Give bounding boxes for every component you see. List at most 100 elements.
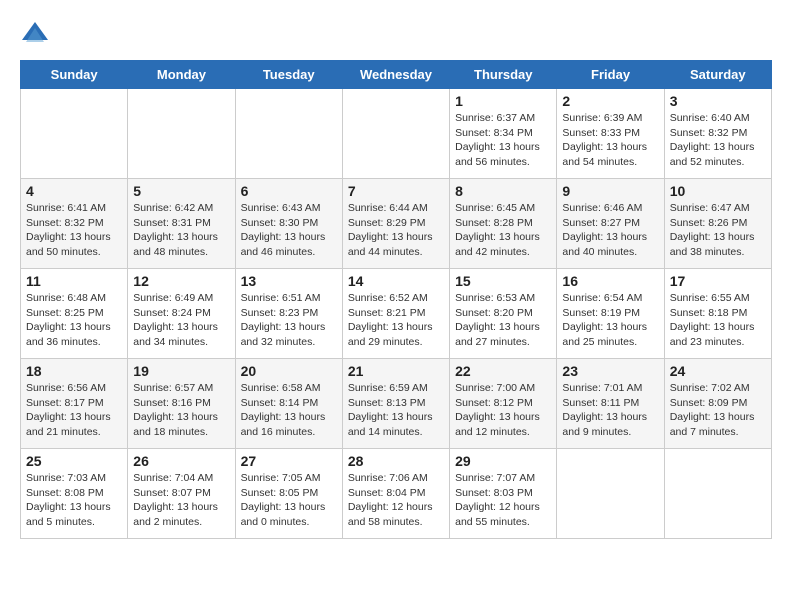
day-number: 1 [455, 93, 551, 109]
calendar-cell: 23Sunrise: 7:01 AM Sunset: 8:11 PM Dayli… [557, 359, 664, 449]
calendar-week-row: 18 Sunrise: 6:56 AM Sunset: 8:17 PM Dayli… [21, 359, 772, 449]
calendar-cell [557, 449, 664, 539]
day-number: 8 [455, 183, 551, 199]
day-info: Sunrise: 6:59 AM Sunset: 8:13 PM Dayligh… [348, 381, 444, 440]
day-info: Sunrise: 7:01 AM Sunset: 8:11 PM Dayligh… [562, 381, 658, 440]
day-info: Sunrise: 6:44 AM Sunset: 8:29 PM Dayligh… [348, 201, 444, 260]
calendar-cell: 15Sunrise: 6:53 AM Sunset: 8:20 PM Dayli… [450, 269, 557, 359]
day-number: 17 [670, 273, 766, 289]
day-number: 13 [241, 273, 337, 289]
calendar-cell: 20Sunrise: 6:58 AM Sunset: 8:14 PM Dayli… [235, 359, 342, 449]
day-info: Sunrise: 7:07 AM Sunset: 8:03 PM Dayligh… [455, 471, 551, 530]
calendar-cell [342, 89, 449, 179]
day-info: Sunrise: 6:45 AM Sunset: 8:28 PM Dayligh… [455, 201, 551, 260]
calendar-cell: 1 Sunrise: 6:37 AM Sunset: 8:34 PM Daylig… [450, 89, 557, 179]
calendar-week-row: 4Sunrise: 6:41 AM Sunset: 8:32 PM Daylig… [21, 179, 772, 269]
day-number: 27 [241, 453, 337, 469]
day-number: 25 [26, 453, 122, 469]
day-info: Sunrise: 7:03 AM Sunset: 8:08 PM Dayligh… [26, 471, 122, 530]
calendar-cell: 21 Sunrise: 6:59 AM Sunset: 8:13 PM Dayli… [342, 359, 449, 449]
day-info: Sunrise: 6:40 AM Sunset: 8:32 PM Dayligh… [670, 111, 766, 170]
day-number: 22 [455, 363, 551, 379]
day-info: Sunrise: 7:05 AM Sunset: 8:05 PM Dayligh… [241, 471, 337, 530]
calendar-cell: 11 Sunrise: 6:48 AM Sunset: 8:25 PM Dayli… [21, 269, 128, 359]
day-number: 3 [670, 93, 766, 109]
logo [20, 20, 54, 50]
day-info: Sunrise: 6:49 AM Sunset: 8:24 PM Dayligh… [133, 291, 229, 350]
day-number: 24 [670, 363, 766, 379]
calendar-cell: 8 Sunrise: 6:45 AM Sunset: 8:28 PM Daylig… [450, 179, 557, 269]
calendar-cell: 12 Sunrise: 6:49 AM Sunset: 8:24 PM Dayli… [128, 269, 235, 359]
calendar-cell: 6Sunrise: 6:43 AM Sunset: 8:30 PM Daylig… [235, 179, 342, 269]
day-info: Sunrise: 6:54 AM Sunset: 8:19 PM Dayligh… [562, 291, 658, 350]
day-info: Sunrise: 6:57 AM Sunset: 8:16 PM Dayligh… [133, 381, 229, 440]
day-info: Sunrise: 7:02 AM Sunset: 8:09 PM Dayligh… [670, 381, 766, 440]
day-number: 19 [133, 363, 229, 379]
day-info: Sunrise: 6:56 AM Sunset: 8:17 PM Dayligh… [26, 381, 122, 440]
calendar-cell: 29 Sunrise: 7:07 AM Sunset: 8:03 PM Dayli… [450, 449, 557, 539]
day-number: 12 [133, 273, 229, 289]
day-info: Sunrise: 6:47 AM Sunset: 8:26 PM Dayligh… [670, 201, 766, 260]
weekday-header-friday: Friday [557, 61, 664, 89]
calendar-week-row: 11 Sunrise: 6:48 AM Sunset: 8:25 PM Dayli… [21, 269, 772, 359]
calendar-cell: 14 Sunrise: 6:52 AM Sunset: 8:21 PM Dayli… [342, 269, 449, 359]
calendar-header-row: SundayMondayTuesdayWednesdayThursdayFrid… [21, 61, 772, 89]
day-info: Sunrise: 6:52 AM Sunset: 8:21 PM Dayligh… [348, 291, 444, 350]
day-number: 15 [455, 273, 551, 289]
day-number: 28 [348, 453, 444, 469]
day-info: Sunrise: 7:06 AM Sunset: 8:04 PM Dayligh… [348, 471, 444, 530]
calendar-cell [128, 89, 235, 179]
day-info: Sunrise: 7:04 AM Sunset: 8:07 PM Dayligh… [133, 471, 229, 530]
day-number: 2 [562, 93, 658, 109]
calendar-week-row: 1 Sunrise: 6:37 AM Sunset: 8:34 PM Daylig… [21, 89, 772, 179]
calendar-cell: 26 Sunrise: 7:04 AM Sunset: 8:07 PM Dayli… [128, 449, 235, 539]
day-number: 11 [26, 273, 122, 289]
calendar-cell: 18 Sunrise: 6:56 AM Sunset: 8:17 PM Dayli… [21, 359, 128, 449]
weekday-header-thursday: Thursday [450, 61, 557, 89]
day-number: 9 [562, 183, 658, 199]
day-number: 26 [133, 453, 229, 469]
calendar-cell [21, 89, 128, 179]
day-info: Sunrise: 6:43 AM Sunset: 8:30 PM Dayligh… [241, 201, 337, 260]
calendar-cell: 3 Sunrise: 6:40 AM Sunset: 8:32 PM Daylig… [664, 89, 771, 179]
calendar-cell: 28 Sunrise: 7:06 AM Sunset: 8:04 PM Dayli… [342, 449, 449, 539]
day-number: 4 [26, 183, 122, 199]
calendar-cell: 17 Sunrise: 6:55 AM Sunset: 8:18 PM Dayli… [664, 269, 771, 359]
day-info: Sunrise: 6:46 AM Sunset: 8:27 PM Dayligh… [562, 201, 658, 260]
calendar-cell [235, 89, 342, 179]
calendar-table: SundayMondayTuesdayWednesdayThursdayFrid… [20, 60, 772, 539]
weekday-header-saturday: Saturday [664, 61, 771, 89]
calendar-cell: 27 Sunrise: 7:05 AM Sunset: 8:05 PM Dayli… [235, 449, 342, 539]
calendar-cell: 5 Sunrise: 6:42 AM Sunset: 8:31 PM Daylig… [128, 179, 235, 269]
day-info: Sunrise: 6:42 AM Sunset: 8:31 PM Dayligh… [133, 201, 229, 260]
calendar-cell: 4Sunrise: 6:41 AM Sunset: 8:32 PM Daylig… [21, 179, 128, 269]
day-info: Sunrise: 6:51 AM Sunset: 8:23 PM Dayligh… [241, 291, 337, 350]
calendar-cell: 16 Sunrise: 6:54 AM Sunset: 8:19 PM Dayli… [557, 269, 664, 359]
day-number: 5 [133, 183, 229, 199]
calendar-cell: 22 Sunrise: 7:00 AM Sunset: 8:12 PM Dayli… [450, 359, 557, 449]
weekday-header-monday: Monday [128, 61, 235, 89]
day-number: 16 [562, 273, 658, 289]
day-number: 18 [26, 363, 122, 379]
day-number: 14 [348, 273, 444, 289]
calendar-cell: 24 Sunrise: 7:02 AM Sunset: 8:09 PM Dayli… [664, 359, 771, 449]
day-info: Sunrise: 6:55 AM Sunset: 8:18 PM Dayligh… [670, 291, 766, 350]
day-number: 21 [348, 363, 444, 379]
calendar-cell: 19 Sunrise: 6:57 AM Sunset: 8:16 PM Dayli… [128, 359, 235, 449]
weekday-header-sunday: Sunday [21, 61, 128, 89]
logo-icon [20, 20, 50, 50]
calendar-cell: 13 Sunrise: 6:51 AM Sunset: 8:23 PM Dayli… [235, 269, 342, 359]
calendar-cell: 7 Sunrise: 6:44 AM Sunset: 8:29 PM Daylig… [342, 179, 449, 269]
calendar-cell: 10 Sunrise: 6:47 AM Sunset: 8:26 PM Dayli… [664, 179, 771, 269]
calendar-cell [664, 449, 771, 539]
day-info: Sunrise: 6:37 AM Sunset: 8:34 PM Dayligh… [455, 111, 551, 170]
calendar-week-row: 25 Sunrise: 7:03 AM Sunset: 8:08 PM Dayli… [21, 449, 772, 539]
page-header [20, 20, 772, 50]
day-info: Sunrise: 6:39 AM Sunset: 8:33 PM Dayligh… [562, 111, 658, 170]
day-info: Sunrise: 6:48 AM Sunset: 8:25 PM Dayligh… [26, 291, 122, 350]
day-number: 10 [670, 183, 766, 199]
day-number: 29 [455, 453, 551, 469]
day-info: Sunrise: 7:00 AM Sunset: 8:12 PM Dayligh… [455, 381, 551, 440]
weekday-header-wednesday: Wednesday [342, 61, 449, 89]
day-number: 7 [348, 183, 444, 199]
